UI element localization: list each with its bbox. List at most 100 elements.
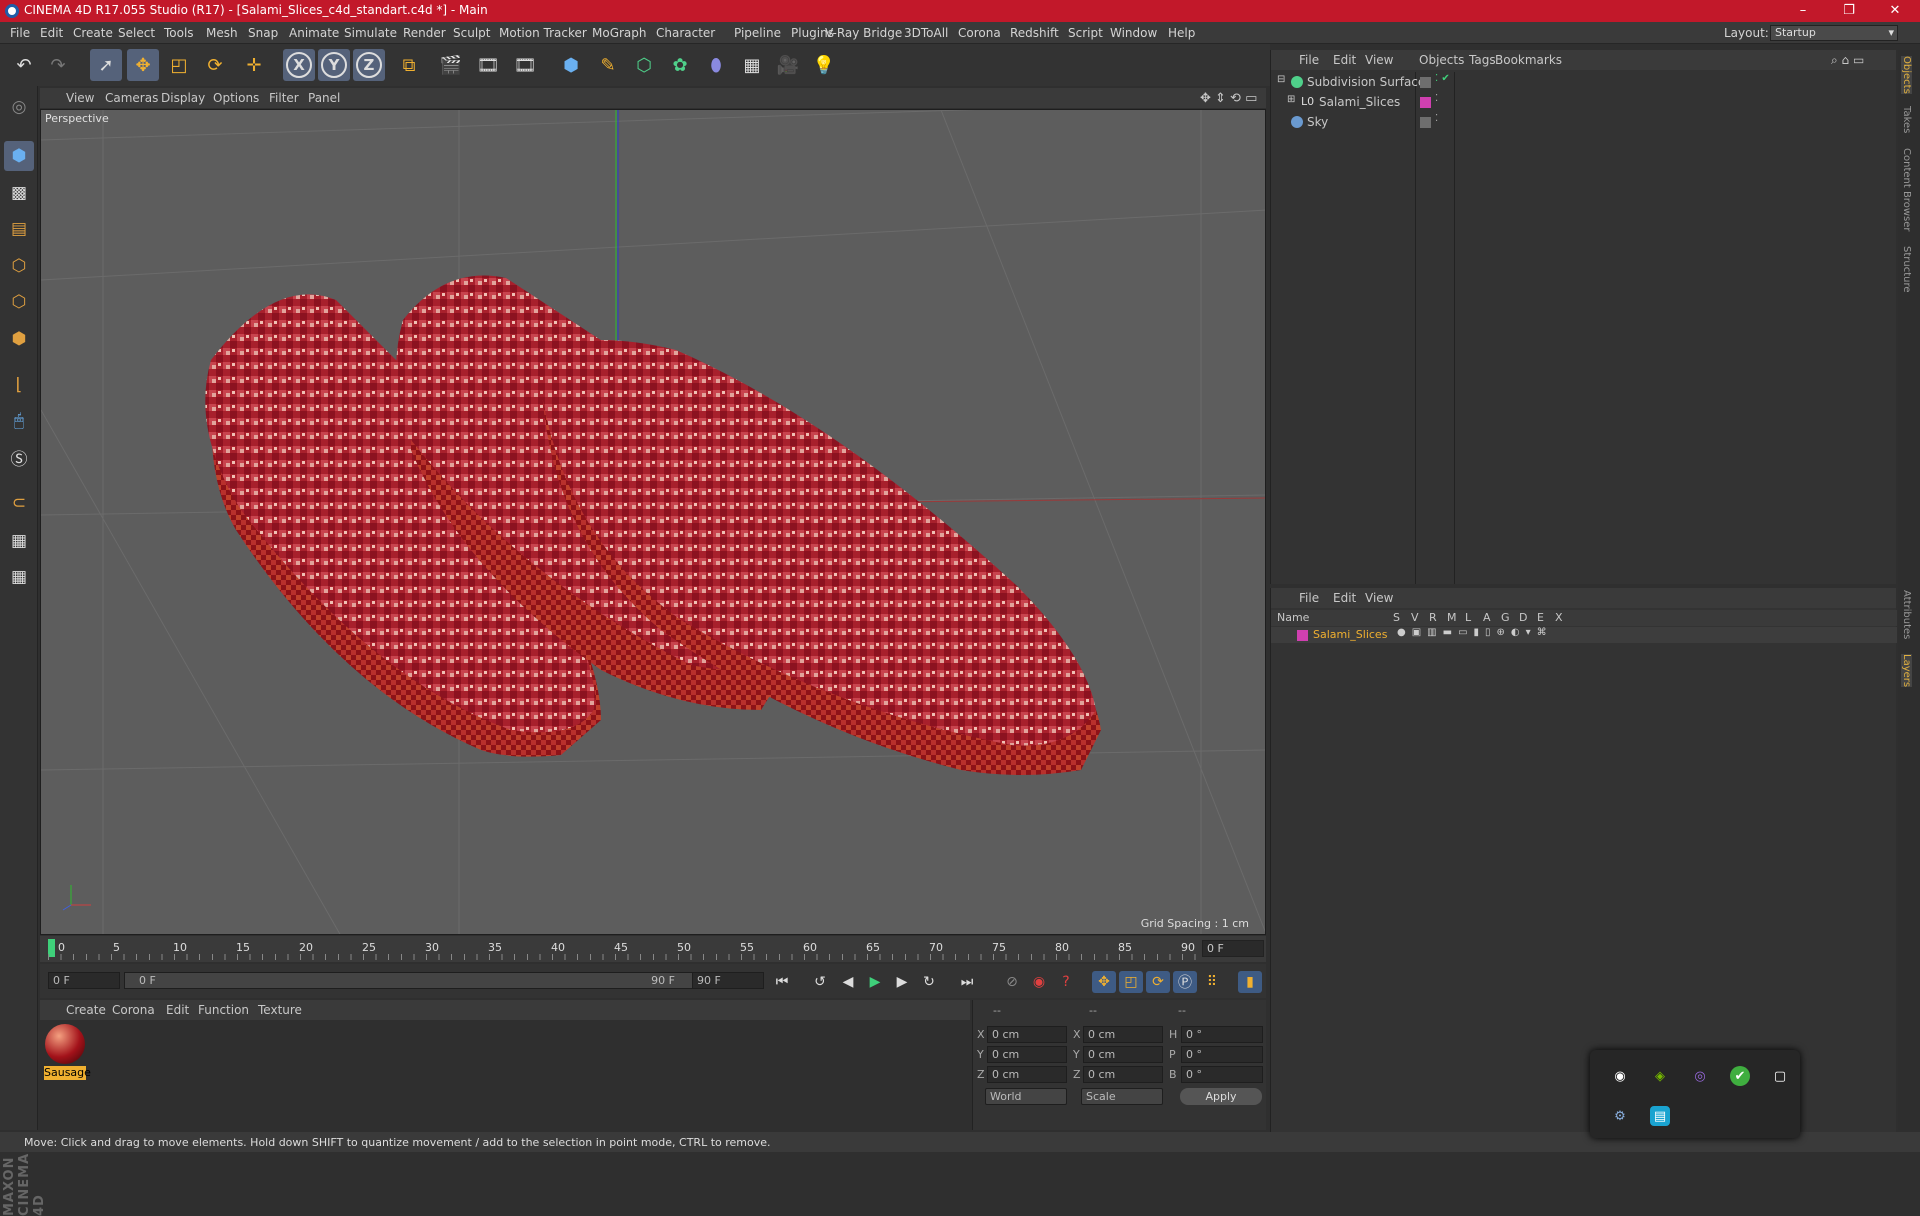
menu-pipeline[interactable]: Pipeline	[734, 26, 781, 40]
size-y-field[interactable]: 0 cm	[1083, 1046, 1163, 1063]
object-row-subdivision[interactable]: ⊟ Subdivision Surface ⁚ ✔	[1271, 73, 1897, 92]
material-menu-edit[interactable]: Edit	[166, 1003, 189, 1017]
edges-mode-button[interactable]: ⬡	[4, 287, 34, 317]
size-x-field[interactable]: 0 cm	[1083, 1026, 1163, 1043]
record-keys-button[interactable]: ⊘	[1000, 971, 1024, 993]
menu-snap[interactable]: Snap	[248, 26, 278, 40]
menu-create[interactable]: Create	[73, 26, 113, 40]
goto-start-button[interactable]: ⏮	[770, 971, 794, 993]
snap-button[interactable]: Ⓢ	[4, 442, 34, 472]
om-menu-file[interactable]: File	[1299, 53, 1319, 67]
viewport-menu-panel[interactable]: Panel	[308, 91, 340, 105]
select-tool-button[interactable]: ➚	[90, 49, 122, 81]
om-menu-tags[interactable]: Tags	[1469, 53, 1496, 67]
app-icon[interactable]: ◎	[1690, 1066, 1710, 1086]
viewport-menu-cameras[interactable]: Cameras	[105, 91, 158, 105]
autokey-button[interactable]: ◉	[1027, 971, 1051, 993]
viewport-menu-filter[interactable]: Filter	[269, 91, 299, 105]
menu-script[interactable]: Script	[1068, 26, 1103, 40]
coordinate-system-button[interactable]: ⧉	[393, 49, 425, 81]
om-search-icon[interactable]: ⌕ ⌂ ▭	[1831, 53, 1864, 68]
render-picture-viewer-button[interactable]: 🎞	[472, 49, 504, 81]
position-y-field[interactable]: 0 cm	[987, 1046, 1067, 1063]
rotation-p-field[interactable]: 0 °	[1181, 1046, 1263, 1063]
rotation-b-field[interactable]: 0 °	[1181, 1066, 1263, 1083]
z-axis-button[interactable]: Z	[353, 49, 385, 81]
deformer-button[interactable]: ⬮	[700, 49, 732, 81]
make-editable-button[interactable]: ◎	[4, 92, 34, 122]
start-frame-field[interactable]: 0 F	[48, 972, 120, 989]
viewport-menu-options[interactable]: Options	[213, 91, 259, 105]
menu-file[interactable]: File	[10, 26, 30, 40]
window-icon[interactable]: ▢	[1770, 1066, 1790, 1086]
om-menu-objects[interactable]: Objects	[1419, 53, 1464, 67]
x-axis-button[interactable]: X	[283, 49, 315, 81]
array-button[interactable]: ✿	[664, 49, 696, 81]
subdivision-button[interactable]: ⬡	[628, 49, 660, 81]
edit-render-settings-button[interactable]: 🎞	[509, 49, 541, 81]
material-menu-function[interactable]: Function	[198, 1003, 249, 1017]
position-z-field[interactable]: 0 cm	[987, 1066, 1067, 1083]
current-frame-field[interactable]: 0 F	[1202, 940, 1264, 957]
frame-range-slider[interactable]: 0 F 90 F	[124, 972, 694, 989]
rotation-h-field[interactable]: 0 °	[1181, 1026, 1263, 1043]
menu-motion-tracker[interactable]: Motion Tracker	[499, 26, 587, 40]
monitor-icon[interactable]: ▤	[1650, 1106, 1670, 1126]
material-sausage[interactable]: Sausage	[44, 1024, 91, 1082]
discord-icon[interactable]: ◉	[1610, 1066, 1630, 1086]
material-menu-corona[interactable]: Corona	[112, 1003, 155, 1017]
shield-check-icon[interactable]: ✔	[1730, 1066, 1750, 1086]
tab-attributes[interactable]: Attributes	[1901, 590, 1912, 639]
menu-vray-bridge[interactable]: V-Ray Bridge	[825, 26, 902, 40]
rotate-tool-button[interactable]: ⟳	[199, 49, 231, 81]
tab-structure[interactable]: Structure	[1901, 246, 1912, 293]
layer-toggle-icons[interactable]: ●▣▥▬▭▮▯⊕◐▾⌘	[1397, 627, 1553, 638]
polygons-mode-button[interactable]: ⬢	[4, 324, 34, 354]
menu-sculpt[interactable]: Sculpt	[453, 26, 490, 40]
om-menu-edit[interactable]: Edit	[1333, 53, 1356, 67]
goto-end-button[interactable]: ⏭	[955, 971, 979, 993]
move-tool-button[interactable]: ✥	[127, 49, 159, 81]
menu-mesh[interactable]: Mesh	[206, 26, 238, 40]
lm-menu-edit[interactable]: Edit	[1333, 591, 1356, 605]
texture-mode-button[interactable]: ▩	[4, 178, 34, 208]
expand-icon[interactable]: ⊟	[1277, 74, 1285, 85]
y-axis-button[interactable]: Y	[318, 49, 350, 81]
menu-tools[interactable]: Tools	[164, 26, 194, 40]
scale-tool-button[interactable]: ◰	[163, 49, 195, 81]
points-mode-button[interactable]: ⬡	[4, 251, 34, 281]
material-menu-create[interactable]: Create	[66, 1003, 106, 1017]
material-menu-texture[interactable]: Texture	[258, 1003, 302, 1017]
close-button[interactable]: ✕	[1872, 0, 1918, 22]
workplane-lock-button[interactable]: ▦	[4, 526, 34, 556]
pen-spline-button[interactable]: ✎	[592, 49, 624, 81]
goto-prev-key-button[interactable]: ↺	[808, 971, 832, 993]
minimize-button[interactable]: –	[1780, 0, 1826, 22]
om-menu-view[interactable]: View	[1365, 53, 1393, 67]
render-view-button[interactable]: 🎬	[435, 49, 467, 81]
object-row-sky[interactable]: Sky ⁚	[1271, 113, 1897, 132]
menu-window[interactable]: Window	[1110, 26, 1157, 40]
nvidia-icon[interactable]: ◈	[1650, 1066, 1670, 1086]
lm-menu-view[interactable]: View	[1365, 591, 1393, 605]
workplane-align-button[interactable]: ▦	[4, 562, 34, 592]
axis-mode-button[interactable]: ⌊	[4, 370, 34, 400]
menu-edit[interactable]: Edit	[40, 26, 63, 40]
object-row-salami-slices[interactable]: ⊞ L0 Salami_Slices ⁚	[1271, 93, 1897, 112]
expand-icon[interactable]: ⊞	[1287, 94, 1295, 105]
menu-render[interactable]: Render	[403, 26, 446, 40]
visibility-dots-icon[interactable]: ⁚	[1435, 113, 1438, 124]
next-frame-button[interactable]: ▶	[890, 971, 914, 993]
live-selection-button[interactable]: ✛	[238, 49, 270, 81]
play-button[interactable]: ▶	[863, 971, 887, 993]
layer-row-salami-slices[interactable]: Salami_Slices ●▣▥▬▭▮▯⊕◐▾⌘	[1271, 627, 1897, 643]
menu-mograph[interactable]: MoGraph	[592, 26, 647, 40]
model-mode-button[interactable]: ⬢	[4, 141, 34, 171]
keyframe-selection-button[interactable]: ?	[1054, 971, 1078, 993]
tab-content-browser[interactable]: Content Browser	[1901, 148, 1912, 231]
menu-simulate[interactable]: Simulate	[344, 26, 397, 40]
end-frame-field[interactable]: 90 F	[692, 972, 764, 989]
steam-icon[interactable]: ⚙	[1610, 1106, 1630, 1126]
menu-3dtoall[interactable]: 3DToAll	[904, 26, 948, 40]
salami-slice-right[interactable]	[536, 340, 1101, 775]
